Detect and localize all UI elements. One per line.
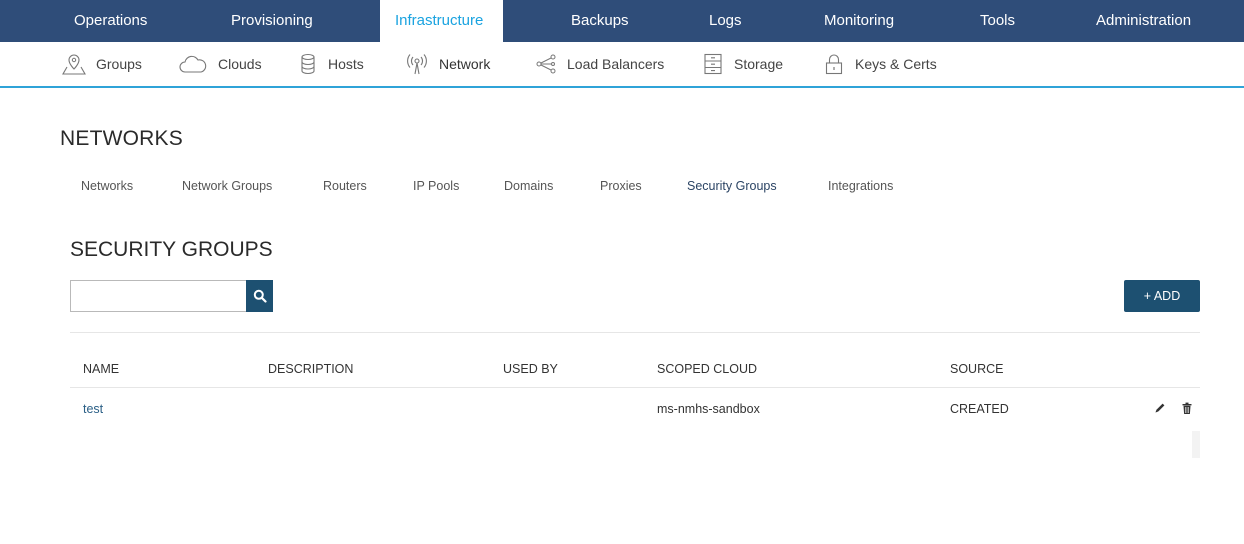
column-header-source[interactable]: SOURCE — [950, 362, 1003, 376]
tab-proxies[interactable]: Proxies — [600, 179, 642, 193]
column-header-description[interactable]: DESCRIPTION — [268, 362, 353, 376]
divider — [70, 332, 1200, 333]
search-icon — [253, 289, 267, 303]
column-header-name[interactable]: NAME — [83, 362, 119, 376]
search-input[interactable] — [70, 280, 246, 312]
subnav-label-clouds: Clouds — [218, 56, 262, 72]
tab-networks[interactable]: Networks — [81, 179, 133, 193]
subnav-item-storage[interactable]: Storage — [702, 42, 783, 86]
topnav-provisioning[interactable]: Provisioning — [231, 0, 313, 42]
topnav-backups[interactable]: Backups — [571, 0, 629, 42]
table-header-divider — [70, 387, 1200, 388]
tab-security-groups[interactable]: Security Groups — [687, 179, 777, 193]
storage-cabinet-icon — [704, 53, 722, 75]
tab-integrations[interactable]: Integrations — [828, 179, 893, 193]
signal-tower-icon — [407, 54, 427, 75]
tab-ip-pools[interactable]: IP Pools — [413, 179, 459, 193]
subnav-item-groups[interactable]: Groups — [62, 42, 142, 86]
topnav-monitoring[interactable]: Monitoring — [824, 0, 894, 42]
edit-button[interactable] — [1153, 400, 1167, 416]
cloud-icon — [179, 55, 207, 73]
map-pin-icon — [62, 54, 86, 75]
subnav-label-storage: Storage — [734, 56, 784, 72]
page-title: NETWORKS — [60, 127, 183, 150]
scrollbar[interactable] — [1192, 431, 1200, 458]
database-icon — [301, 53, 315, 75]
trash-icon — [1182, 402, 1192, 414]
topnav-administration[interactable]: Administration — [1096, 0, 1191, 42]
topnav-infrastructure[interactable]: Infrastructure — [380, 0, 503, 42]
row-source: CREATED — [950, 402, 1009, 416]
subnav-label-groups: Groups — [96, 56, 142, 72]
top-nav: Operations Provisioning Infrastructure B… — [0, 0, 1244, 42]
pencil-icon — [1155, 403, 1165, 413]
search-button[interactable] — [246, 280, 273, 312]
section-title: SECURITY GROUPS — [70, 238, 273, 261]
subnav-item-keys-certs[interactable]: Keys & Certs — [823, 42, 937, 86]
column-header-scoped-cloud[interactable]: SCOPED CLOUD — [657, 362, 757, 376]
column-header-used-by[interactable]: USED BY — [503, 362, 558, 376]
topnav-operations[interactable]: Operations — [74, 0, 147, 42]
subnav-label-hosts: Hosts — [328, 56, 364, 72]
subnav-label-load-balancers: Load Balancers — [567, 56, 665, 72]
share-network-icon — [536, 54, 556, 74]
topnav-logs[interactable]: Logs — [709, 0, 742, 42]
subnav-item-network[interactable]: Network — [405, 42, 490, 86]
subnav-item-hosts[interactable]: Hosts — [298, 42, 364, 86]
sub-nav: Groups Clouds Hosts Network Load Balance… — [0, 42, 1244, 88]
tab-routers[interactable]: Routers — [323, 179, 367, 193]
delete-button[interactable] — [1180, 400, 1194, 416]
lock-icon — [825, 54, 843, 75]
add-button[interactable]: + ADD — [1124, 280, 1200, 312]
row-name-link[interactable]: test — [83, 402, 103, 416]
row-scoped-cloud: ms-nmhs-sandbox — [657, 402, 760, 416]
subnav-item-load-balancers[interactable]: Load Balancers — [535, 42, 664, 86]
topnav-tools[interactable]: Tools — [980, 0, 1015, 42]
subnav-item-clouds[interactable]: Clouds — [178, 42, 262, 86]
tab-network-groups[interactable]: Network Groups — [182, 179, 272, 193]
tab-domains[interactable]: Domains — [504, 179, 553, 193]
subnav-label-keys-certs: Keys & Certs — [855, 56, 937, 72]
subnav-label-network: Network — [439, 56, 491, 72]
